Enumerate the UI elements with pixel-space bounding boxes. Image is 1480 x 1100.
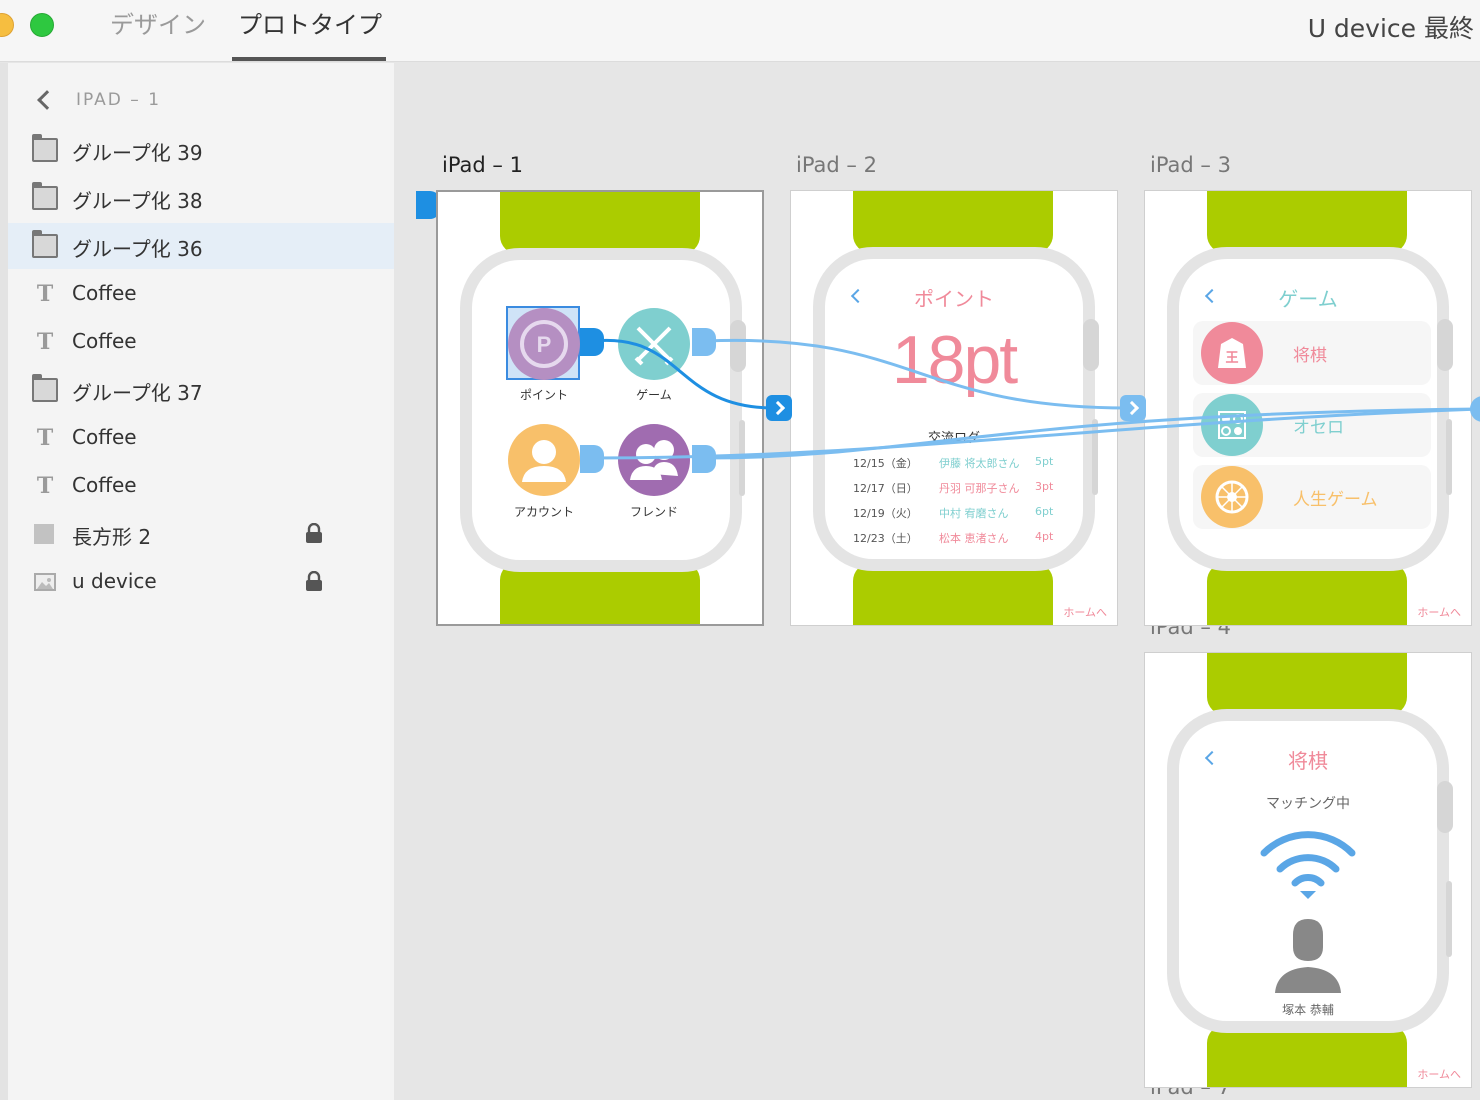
layer-label: Coffee — [72, 473, 137, 497]
layer-item[interactable]: 長方形 2 — [8, 511, 394, 557]
text-icon: T — [36, 329, 54, 355]
layer-item[interactable]: u device — [8, 559, 394, 605]
zoom-window-button[interactable] — [30, 13, 54, 37]
text-icon: T — [36, 425, 54, 451]
wire-handle-account[interactable] — [580, 445, 604, 473]
text-icon: T — [36, 473, 54, 499]
lock-icon[interactable] — [305, 523, 323, 543]
folder-icon — [32, 134, 58, 162]
lock-icon[interactable] — [305, 571, 323, 591]
layer-label: Coffee — [72, 281, 137, 305]
layer-item[interactable]: T Coffee — [8, 319, 394, 365]
layer-item[interactable]: グループ化 38 — [8, 175, 394, 221]
layers-panel: IPAD – 1 グループ化 39 グループ化 38 グループ化 36 T Co… — [0, 63, 394, 1100]
layer-item[interactable]: グループ化 39 — [8, 127, 394, 173]
layer-label: u device — [72, 569, 157, 593]
wire-handle-point[interactable] — [580, 328, 604, 356]
folder-icon — [32, 230, 58, 258]
prototype-wires — [593, 338, 1480, 460]
title-bar: デザイン プロトタイプ U device 最終 — [0, 0, 1480, 62]
text-icon: T — [36, 281, 54, 307]
tab-design[interactable]: デザイン — [110, 8, 206, 62]
layers-parent-label: IPAD – 1 — [76, 90, 162, 110]
image-icon — [34, 573, 56, 591]
wire-target-pin[interactable] — [766, 395, 792, 421]
folder-icon — [32, 374, 58, 402]
layers-back-button[interactable]: IPAD – 1 — [34, 87, 161, 113]
layer-label: Coffee — [72, 329, 137, 353]
document-title: U device 最終 — [1307, 14, 1474, 43]
active-tab-indicator — [232, 57, 386, 61]
layer-label: グループ化 39 — [72, 141, 203, 165]
layer-label: Coffee — [72, 425, 137, 449]
layer-label: グループ化 36 — [72, 237, 203, 261]
wire-handle-game[interactable] — [692, 328, 716, 356]
rectangle-icon — [34, 524, 54, 544]
layer-item[interactable]: T Coffee — [8, 463, 394, 509]
wire-target-pin[interactable] — [1120, 395, 1146, 421]
layer-item[interactable]: T Coffee — [8, 271, 394, 317]
xd-window: デザイン プロトタイプ U device 最終 IPAD – 1 グループ化 3… — [0, 0, 1480, 1100]
layer-item[interactable]: グループ化 37 — [8, 367, 394, 413]
chevron-left-icon — [37, 90, 57, 110]
folder-icon — [32, 182, 58, 210]
layer-label: グループ化 37 — [72, 381, 203, 405]
prototype-canvas[interactable]: iPad – 1 iPad – 2 iPad – 3 iPad – 4 iPad… — [394, 63, 1480, 1100]
layer-label: グループ化 38 — [72, 189, 203, 213]
minimize-window-button[interactable] — [0, 13, 14, 37]
wire-handle-friend[interactable] — [692, 445, 716, 473]
layer-item[interactable]: T Coffee — [8, 415, 394, 461]
layer-label: 長方形 2 — [72, 525, 152, 549]
layer-item-selected[interactable]: グループ化 36 — [8, 223, 394, 269]
tab-prototype[interactable]: プロトタイプ — [238, 8, 382, 62]
